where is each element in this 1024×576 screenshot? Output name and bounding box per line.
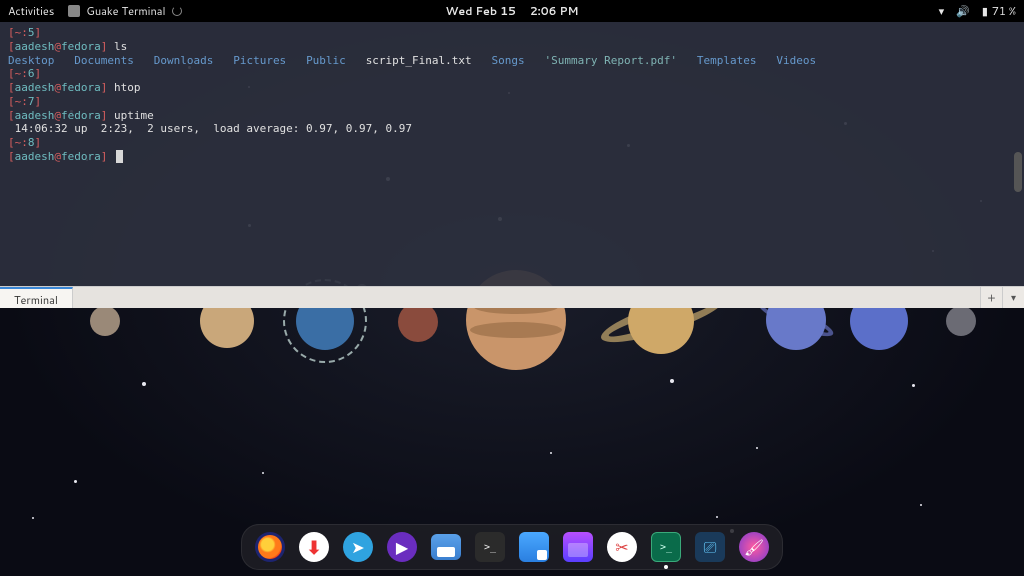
new-tab-button[interactable]: + <box>980 287 1002 308</box>
dock-wallpaper[interactable]: 🖌 <box>738 531 770 563</box>
star <box>262 472 264 474</box>
network-icon: ▾ <box>939 3 945 19</box>
dock: ⬇ ➤ ▶ ✂ 🖌 <box>241 524 783 570</box>
dock-scissors[interactable]: ✂ <box>606 531 638 563</box>
activities-button[interactable]: Activities <box>8 3 54 19</box>
tab-menu-button[interactable]: ▾ <box>1002 287 1024 308</box>
star <box>716 516 718 518</box>
star <box>756 447 758 449</box>
term-line: [~:7] <box>8 95 1016 109</box>
active-app-name: Guake Terminal <box>86 3 165 19</box>
active-app-indicator[interactable]: Guake Terminal <box>68 3 181 19</box>
dock-media-player[interactable]: ▶ <box>386 531 418 563</box>
topbar-time: 2:06 PM <box>530 3 579 19</box>
term-line: [aadesh@fedora] ls <box>8 40 1016 54</box>
terminal-scrollbar[interactable] <box>1014 152 1022 192</box>
dock-files[interactable] <box>430 531 462 563</box>
planet-pluto <box>946 306 976 336</box>
dock-telegram[interactable]: ➤ <box>342 531 374 563</box>
planet-mars <box>398 302 438 342</box>
dock-equalizer[interactable] <box>694 531 726 563</box>
star <box>920 504 922 506</box>
planet-mercury <box>90 306 120 336</box>
term-line: 14:06:32 up 2:23, 2 users, load average:… <box>8 122 1016 136</box>
guake-app-icon <box>68 5 80 17</box>
battery-icon: ▮ <box>982 3 988 19</box>
dock-workspace[interactable] <box>518 531 550 563</box>
dock-screenshot[interactable] <box>562 531 594 563</box>
term-line: [~:5] <box>8 26 1016 40</box>
dock-firefox[interactable] <box>254 531 286 563</box>
tabbar-spacer <box>73 287 980 308</box>
system-menu[interactable]: ▾ 🔊 ▮ 71 % <box>939 3 1016 19</box>
topbar-date: Wed Feb 15 <box>445 3 515 19</box>
star <box>74 480 77 483</box>
star <box>670 379 674 383</box>
dock-updater[interactable]: ⬇ <box>298 531 330 563</box>
term-line: [~:8] <box>8 136 1016 150</box>
terminal-cursor <box>116 150 123 163</box>
term-line: [aadesh@fedora] htop <box>8 81 1016 95</box>
clock-button[interactable]: Wed Feb 15 2:06 PM <box>445 3 578 19</box>
dock-terminal[interactable] <box>474 531 506 563</box>
guake-terminal[interactable]: [~:5][aadesh@fedora] lsDesktop Documents… <box>0 22 1024 286</box>
star <box>32 517 34 519</box>
gnome-topbar: Activities Guake Terminal Wed Feb 15 2:0… <box>0 0 1024 22</box>
volume-icon: 🔊 <box>956 3 970 19</box>
guake-tabbar: Terminal + ▾ <box>0 286 1024 308</box>
term-line: [aadesh@fedora] <box>8 150 1016 164</box>
battery-percent: 71 % <box>992 3 1016 19</box>
dock-guake[interactable] <box>650 531 682 563</box>
spinner-icon <box>172 6 182 16</box>
tab-terminal[interactable]: Terminal <box>0 287 73 308</box>
term-line: Desktop Documents Downloads Pictures Pub… <box>8 54 1016 68</box>
star <box>142 382 146 386</box>
term-line: [~:6] <box>8 67 1016 81</box>
term-line: [aadesh@fedora] uptime <box>8 109 1016 123</box>
star <box>912 384 915 387</box>
star <box>550 452 552 454</box>
